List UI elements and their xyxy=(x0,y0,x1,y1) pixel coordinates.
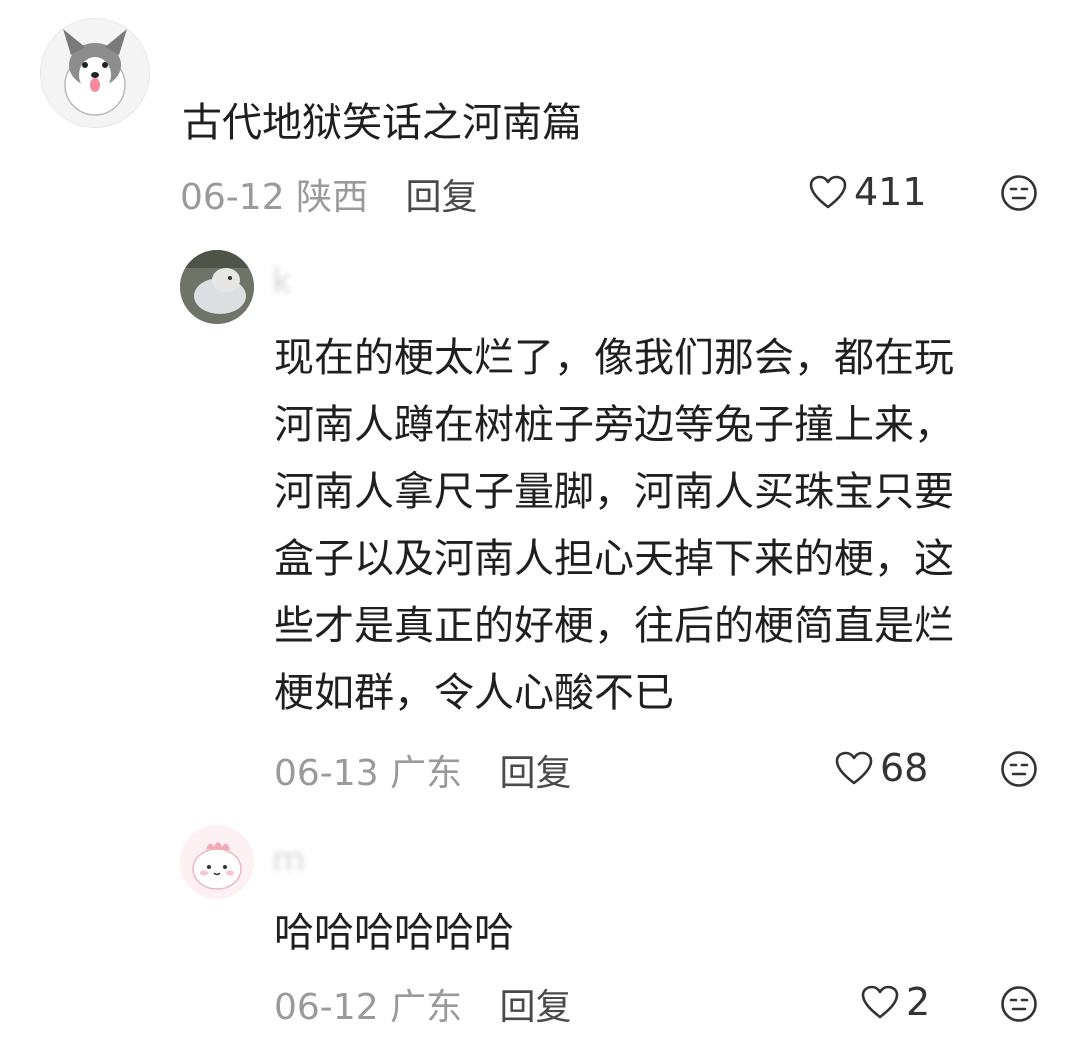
neutral-face-icon xyxy=(1001,175,1037,211)
reply-button[interactable]: 回复 xyxy=(406,177,478,218)
reply-date: 06-13 xyxy=(274,753,379,794)
dislike-button[interactable] xyxy=(1000,750,1038,788)
dislike-button[interactable] xyxy=(1000,985,1038,1023)
reply-location: 广东 xyxy=(390,753,463,794)
reply-text-line: 现在的梗太烂了，像我们那会，都在玩 xyxy=(274,335,954,381)
reply-text: 哈哈哈哈哈哈 xyxy=(274,910,514,956)
reply-username[interactable]: m xyxy=(272,840,311,880)
reply-username[interactable]: k xyxy=(272,262,298,302)
comment-text: 古代地狱笑话之河南篇 xyxy=(182,100,582,146)
reply-text-line: 河南人蹲在树桩子旁边等兔子撞上来， xyxy=(274,402,954,448)
reply-date: 06-12 xyxy=(274,987,379,1028)
like-count: 411 xyxy=(854,170,927,214)
like-count: 2 xyxy=(906,980,931,1024)
like-count: 68 xyxy=(880,746,929,790)
comment-date: 06-12 xyxy=(180,177,285,218)
reply-text: 现在的梗太烂了，像我们那会，都在玩 河南人蹲在树桩子旁边等兔子撞上来， 河南人拿… xyxy=(274,325,1034,727)
reply-location: 广东 xyxy=(390,987,463,1028)
reply-text-line: 些才是真正的好梗，往后的梗简直是烂 xyxy=(274,603,954,649)
reply-button[interactable]: 回复 xyxy=(500,753,572,794)
reply-avatar[interactable] xyxy=(180,825,254,899)
heart-icon xyxy=(809,175,847,209)
comment-meta: 06-12 陕西 回复 xyxy=(180,168,478,220)
neutral-face-icon xyxy=(1001,751,1037,787)
like-button[interactable]: 411 xyxy=(808,170,927,214)
neutral-face-icon xyxy=(1001,986,1037,1022)
like-button[interactable]: 68 xyxy=(834,746,928,790)
like-button[interactable]: 2 xyxy=(860,980,930,1024)
reply-text-line: 梗如群，令人心酸不已 xyxy=(274,670,674,716)
reply-meta: 06-12 广东 回复 xyxy=(274,978,572,1030)
heart-icon xyxy=(861,985,899,1019)
commenter-avatar[interactable] xyxy=(40,18,150,128)
reply-text-line: 河南人拿尺子量脚，河南人买珠宝只要 xyxy=(274,469,954,515)
dislike-button[interactable] xyxy=(1000,174,1038,212)
reply-avatar[interactable] xyxy=(180,250,254,324)
comment-location: 陕西 xyxy=(296,177,369,218)
reply-text-line: 盒子以及河南人担心天掉下来的梗，这 xyxy=(274,536,954,582)
heart-icon xyxy=(835,751,873,785)
reply-button[interactable]: 回复 xyxy=(500,987,572,1028)
reply-meta: 06-13 广东 回复 xyxy=(274,744,572,796)
